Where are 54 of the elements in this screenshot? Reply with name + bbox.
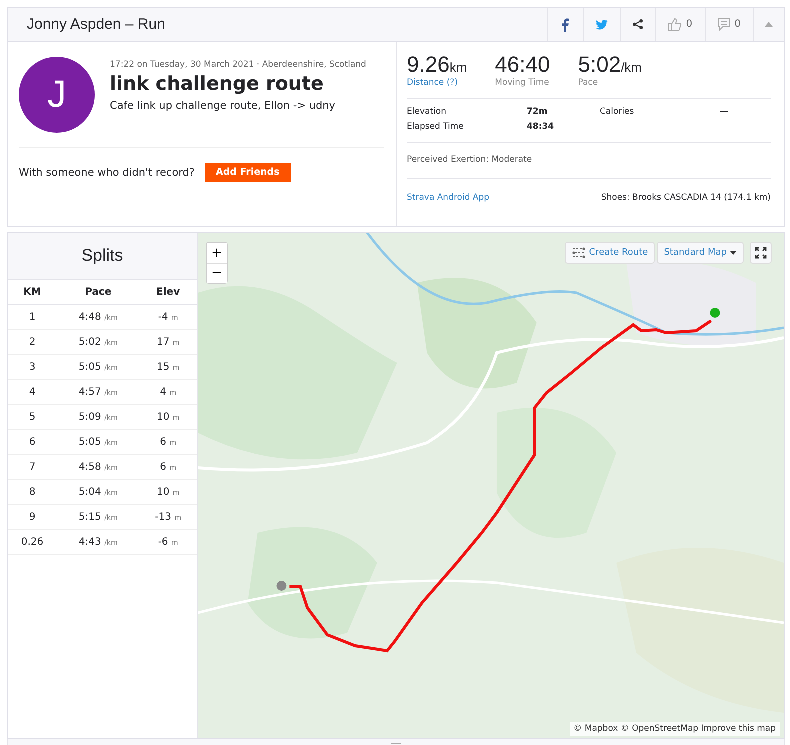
fullscreen-button[interactable] bbox=[750, 242, 772, 264]
bird-icon bbox=[596, 18, 608, 30]
create-route-button[interactable]: Create Route bbox=[565, 242, 656, 264]
share-icon bbox=[633, 19, 644, 30]
table-cell: 8 bbox=[8, 480, 58, 504]
stat-label: Pace bbox=[578, 78, 600, 88]
table-cell: 4 bbox=[8, 380, 58, 404]
table-cell: 3 bbox=[8, 354, 58, 380]
caret-down-icon bbox=[730, 251, 737, 255]
comment-button[interactable]: 0 bbox=[704, 8, 753, 41]
table-cell: 1 bbox=[8, 304, 58, 330]
stat-value: 9.26 bbox=[407, 52, 450, 77]
zoom-out-button[interactable]: − bbox=[207, 263, 227, 283]
add-friends-button[interactable]: Add Friends bbox=[205, 163, 291, 182]
table-cell: 0.26 bbox=[8, 530, 58, 554]
friends-prompt: With someone who didn't record? bbox=[19, 166, 195, 178]
stat-value: 46:40 bbox=[495, 52, 550, 77]
perceived-exertion: Perceived Exertion: Moderate bbox=[407, 143, 771, 179]
detail-label: Elapsed Time bbox=[407, 122, 465, 132]
table-cell: 7 bbox=[8, 454, 58, 480]
detail-label: Calories bbox=[600, 107, 636, 117]
like-button[interactable]: 0 bbox=[655, 8, 705, 41]
table-cell: 9 bbox=[8, 504, 58, 530]
fullscreen-icon bbox=[755, 247, 767, 259]
facebook-icon bbox=[562, 18, 570, 32]
caret-up-icon bbox=[765, 22, 773, 27]
table-cell: 2 bbox=[8, 330, 58, 354]
stat-label-link[interactable]: Distance (?) bbox=[407, 78, 468, 88]
activity-name: link challenge route bbox=[110, 73, 325, 95]
column-header: KM bbox=[8, 280, 58, 304]
route-icon bbox=[572, 247, 586, 259]
stat-value: 5:02 bbox=[578, 52, 622, 77]
activity-title: Jonny Aspden – Run bbox=[26, 16, 166, 33]
stat-unit: km bbox=[450, 60, 468, 75]
detail-label: Elevation bbox=[407, 107, 448, 117]
table-cell: 6 bbox=[8, 430, 58, 454]
comment-icon bbox=[718, 18, 731, 31]
activity-meta: 17:22 on Tuesday, 30 March 2021 · Aberdeenshire, Scotland bbox=[110, 60, 366, 70]
splits-title: Splits bbox=[8, 233, 197, 280]
column-header: Pace bbox=[57, 280, 140, 304]
stat-label: Moving Time bbox=[495, 78, 550, 88]
detail-value: 72m bbox=[527, 107, 549, 117]
avatar: J bbox=[19, 57, 95, 133]
map-style-dropdown[interactable]: Standard Map bbox=[657, 242, 744, 264]
detail-value: 48:34 bbox=[527, 122, 556, 132]
thumbs-up-icon bbox=[668, 18, 682, 32]
map-attribution: © Mapbox © OpenStreetMap Improve this map bbox=[570, 722, 780, 736]
table-cell: 5 bbox=[8, 404, 58, 430]
detail-value: — bbox=[720, 107, 730, 117]
device-link[interactable]: Strava Android App bbox=[407, 193, 490, 203]
shoes-info: Shoes: Brooks CASCADIA 14 (174.1 km) bbox=[601, 193, 771, 203]
stat-unit: /km bbox=[621, 60, 642, 75]
column-header: Elev bbox=[140, 280, 197, 304]
activity-description: Cafe link up challenge route, Ellon -> udny bbox=[110, 100, 337, 112]
